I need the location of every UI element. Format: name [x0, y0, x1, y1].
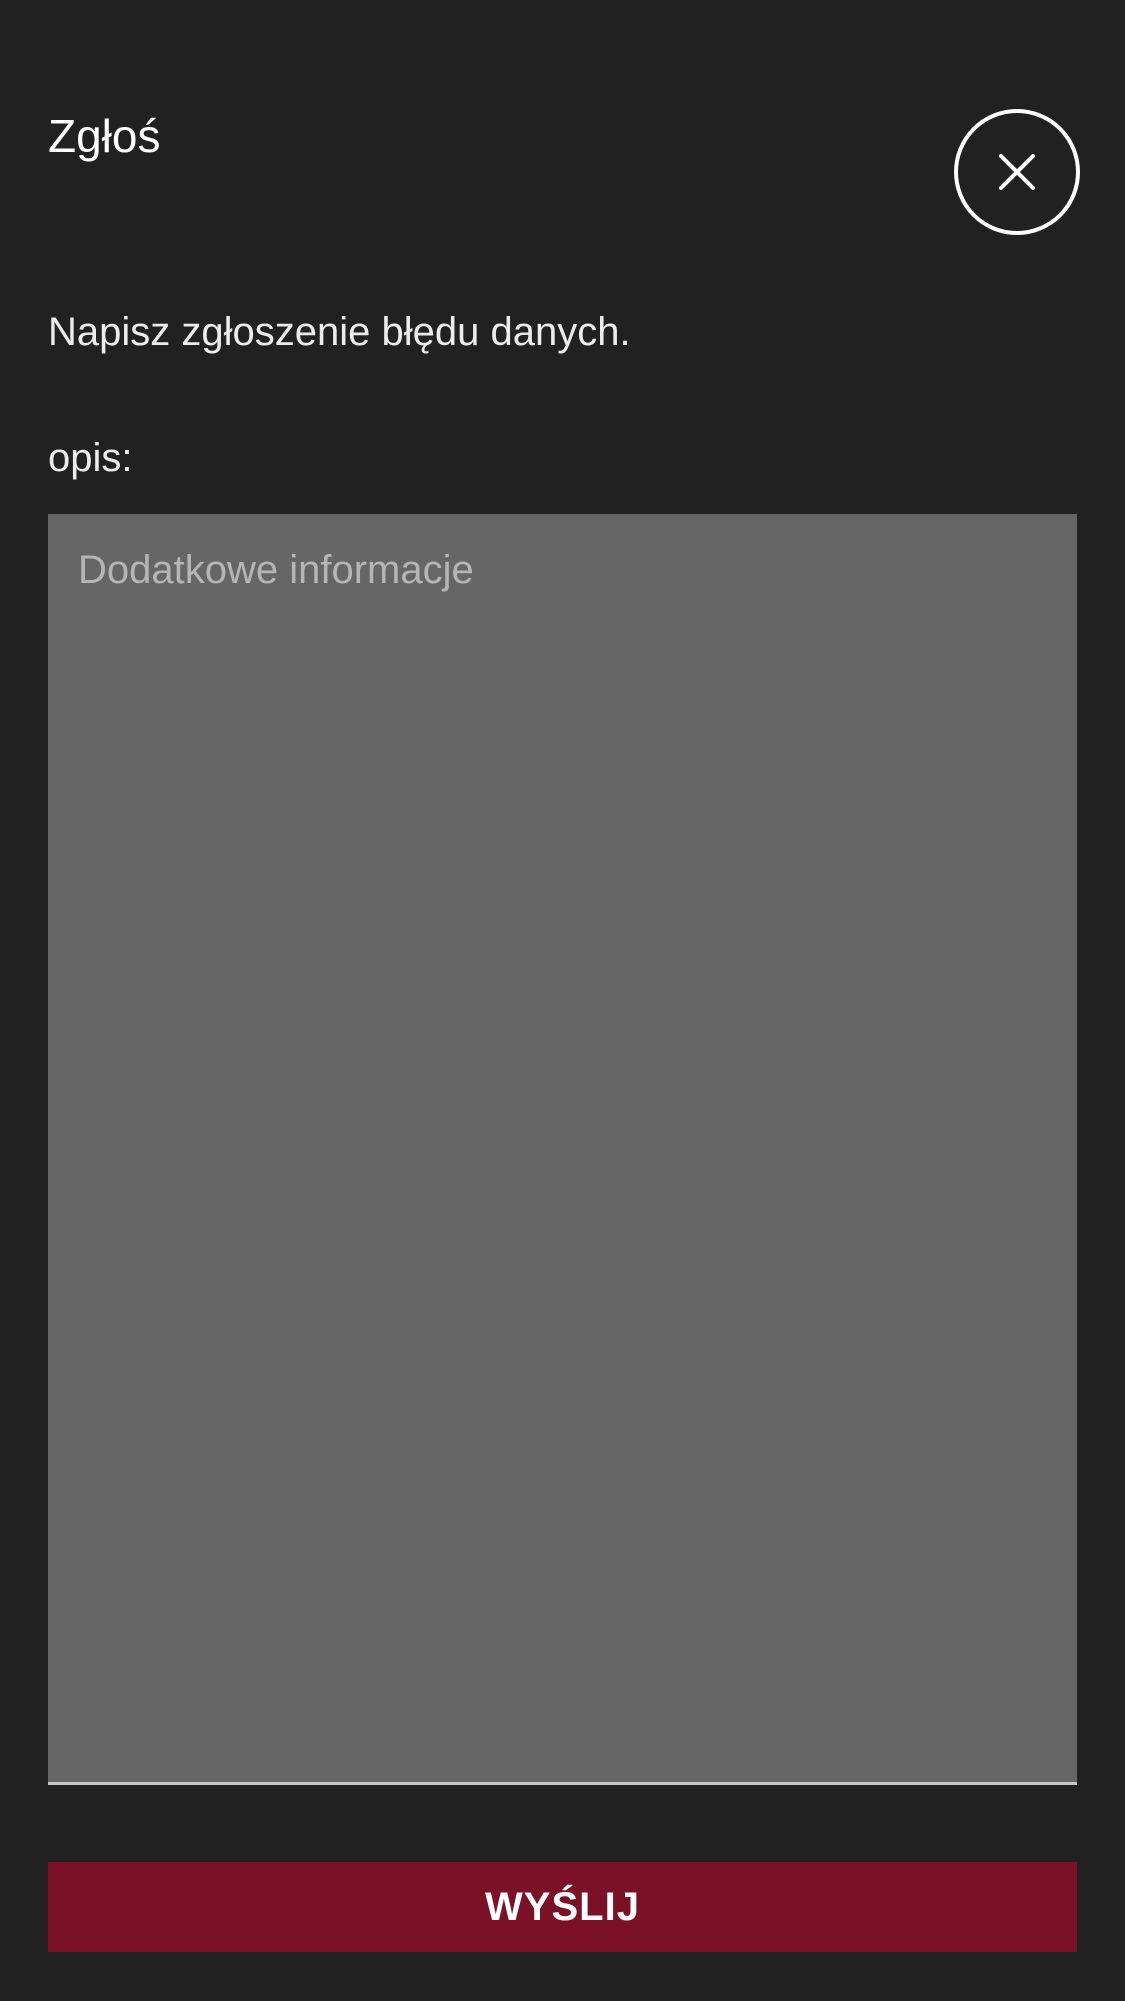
submit-button[interactable]: WYŚLIJ — [48, 1862, 1077, 1952]
description-field-container — [48, 514, 1077, 1785]
close-icon — [999, 154, 1035, 190]
dialog-title: Zgłoś — [48, 110, 161, 162]
description-textarea[interactable] — [48, 514, 1077, 1782]
report-message: Napisz zgłoszenie błędu danych. — [48, 310, 631, 354]
close-button[interactable] — [954, 109, 1080, 235]
description-label: opis: — [48, 436, 133, 480]
